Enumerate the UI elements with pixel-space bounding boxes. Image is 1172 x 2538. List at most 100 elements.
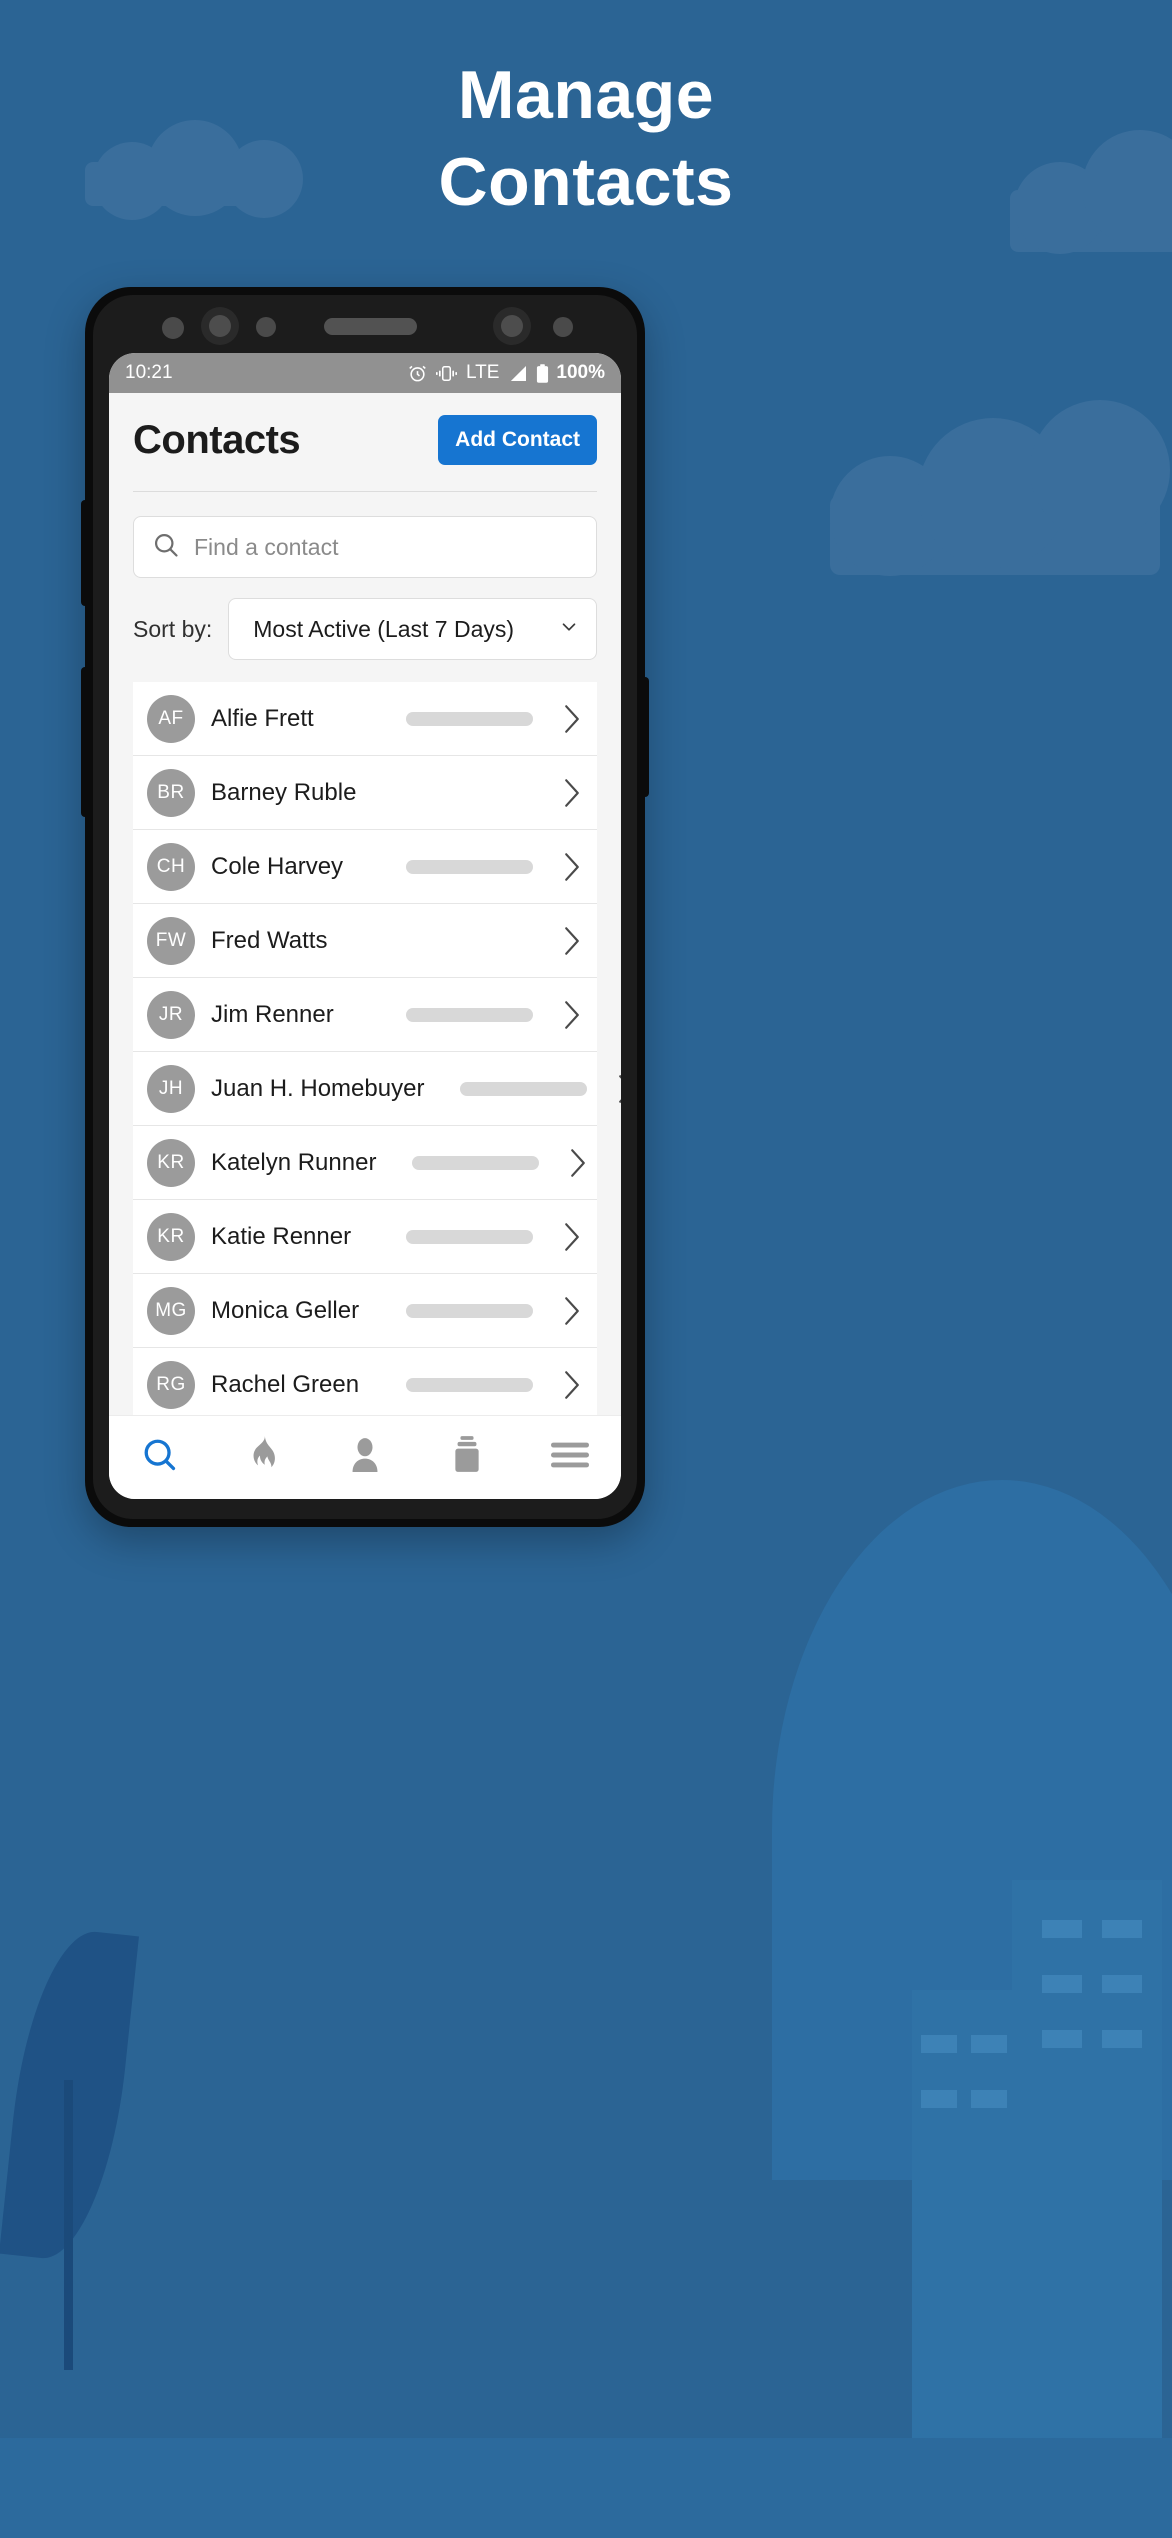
chevron-right-icon[interactable] bbox=[561, 1000, 583, 1030]
promo-headline: Manage Contacts bbox=[0, 52, 1172, 226]
contact-name: Jim Renner bbox=[211, 1000, 334, 1028]
search-input[interactable]: Find a contact bbox=[133, 516, 597, 578]
contact-row[interactable]: KR Katelyn Runner bbox=[133, 1126, 597, 1200]
sort-section: Sort by: Most Active (Last 7 Days) bbox=[109, 578, 621, 682]
contact-row[interactable]: BR Barney Ruble bbox=[133, 756, 597, 830]
phone-screen: 10:21 LTE 100% Contacts Add Contact Find… bbox=[109, 353, 621, 1499]
activity-bar bbox=[406, 1007, 533, 1022]
bottom-navigation bbox=[109, 1415, 621, 1499]
nav-item-briefcase[interactable] bbox=[416, 1416, 518, 1499]
avatar: JH bbox=[147, 1064, 195, 1113]
phone-mockup: 10:21 LTE 100% Contacts Add Contact Find… bbox=[81, 287, 649, 1527]
contact-name: Juan H. Homebuyer bbox=[211, 1074, 425, 1102]
app-header: Contacts Add Contact bbox=[109, 393, 621, 492]
chevron-right-icon[interactable] bbox=[561, 778, 583, 808]
nav-item-menu[interactable] bbox=[519, 1416, 621, 1499]
headline-line-2: Contacts bbox=[438, 144, 734, 221]
phone-side-button-right[interactable] bbox=[642, 677, 649, 797]
building-decoration-1 bbox=[1012, 1880, 1162, 2440]
page-title: Contacts bbox=[133, 417, 301, 462]
contact-row[interactable]: RG Rachel Green bbox=[133, 1348, 597, 1415]
status-time: 10:21 bbox=[125, 362, 173, 383]
sensor-dot-icon bbox=[256, 317, 276, 337]
building-window bbox=[921, 2090, 957, 2108]
phone-frame-inner: 10:21 LTE 100% Contacts Add Contact Find… bbox=[93, 295, 637, 1519]
contact-row[interactable]: JR Jim Renner bbox=[133, 978, 597, 1052]
chevron-right-icon[interactable] bbox=[561, 926, 583, 956]
building-window bbox=[921, 2035, 957, 2053]
network-type-label: LTE bbox=[465, 362, 500, 383]
contact-row[interactable]: FW Fred Watts bbox=[133, 904, 597, 978]
search-placeholder: Find a contact bbox=[194, 533, 339, 560]
avatar: RG bbox=[147, 1360, 195, 1409]
nav-item-search[interactable] bbox=[109, 1416, 211, 1499]
chevron-right-icon[interactable] bbox=[561, 1222, 583, 1252]
chevron-right-icon[interactable] bbox=[561, 852, 583, 882]
contact-row[interactable]: KR Katie Renner bbox=[133, 1200, 597, 1274]
building-window bbox=[1042, 1920, 1082, 1938]
contact-name: Cole Harvey bbox=[211, 852, 344, 880]
status-icons: LTE 100% bbox=[408, 362, 605, 384]
phone-side-button-power[interactable] bbox=[81, 667, 88, 817]
menu-icon bbox=[550, 1440, 589, 1475]
building-window bbox=[1102, 2030, 1142, 2048]
contact-name: Alfie Frett bbox=[211, 704, 314, 732]
search-icon bbox=[141, 1436, 179, 1479]
building-window bbox=[971, 2090, 1007, 2108]
avatar: FW bbox=[147, 916, 195, 965]
chevron-right-icon[interactable] bbox=[561, 1370, 583, 1400]
front-camera-icon bbox=[493, 307, 531, 345]
person-icon bbox=[348, 1436, 382, 1479]
battery-percent: 100% bbox=[556, 362, 605, 383]
contact-name: Fred Watts bbox=[211, 926, 328, 954]
headline-line-1: Manage bbox=[457, 57, 715, 133]
battery-icon bbox=[536, 363, 549, 383]
sort-selected-value: Most Active (Last 7 Days) bbox=[253, 615, 515, 642]
activity-bar bbox=[412, 1155, 540, 1170]
briefcase-icon bbox=[451, 1436, 483, 1479]
nav-item-hot[interactable] bbox=[211, 1416, 313, 1499]
contact-row[interactable]: JH Juan H. Homebuyer bbox=[133, 1052, 621, 1126]
sort-select[interactable]: Most Active (Last 7 Days) bbox=[228, 598, 597, 660]
search-icon bbox=[152, 531, 180, 564]
contact-row[interactable]: CH Cole Harvey bbox=[133, 830, 597, 904]
avatar: AF bbox=[147, 694, 195, 743]
sensor-dot-icon bbox=[553, 317, 573, 337]
contact-row[interactable]: AF Alfie Frett bbox=[133, 682, 597, 756]
front-camera-icon bbox=[201, 307, 239, 345]
alarm-icon bbox=[408, 364, 427, 383]
vibrate-icon bbox=[435, 365, 457, 382]
sensor-dot-icon bbox=[162, 317, 184, 339]
sort-label: Sort by: bbox=[133, 615, 213, 642]
avatar: MG bbox=[147, 1286, 195, 1335]
add-contact-button[interactable]: Add Contact bbox=[438, 415, 597, 465]
chevron-right-icon[interactable] bbox=[561, 1296, 583, 1326]
phone-side-button-volume[interactable] bbox=[81, 500, 88, 606]
contact-name: Monica Geller bbox=[211, 1296, 360, 1324]
avatar: CH bbox=[147, 842, 195, 891]
chevron-right-icon[interactable] bbox=[561, 704, 583, 734]
avatar: BR bbox=[147, 768, 195, 817]
chevron-right-icon[interactable] bbox=[615, 1074, 621, 1104]
contact-name: Katie Renner bbox=[211, 1222, 352, 1250]
building-window bbox=[1042, 2030, 1082, 2048]
building-decoration-2 bbox=[912, 1990, 1022, 2440]
chevron-down-icon bbox=[558, 616, 580, 643]
contact-list[interactable]: AF Alfie Frett BR Barney Ruble CH Cole Harvey… bbox=[109, 682, 621, 1415]
search-section: Find a contact bbox=[109, 492, 621, 578]
cloud-decoration-3 bbox=[830, 400, 1170, 576]
contact-row[interactable]: MG Monica Geller bbox=[133, 1274, 597, 1348]
contact-name: Rachel Green bbox=[211, 1370, 360, 1398]
chevron-right-icon[interactable] bbox=[567, 1148, 589, 1178]
activity-bar bbox=[406, 1377, 533, 1392]
building-window bbox=[971, 2035, 1007, 2053]
avatar: JR bbox=[147, 990, 195, 1039]
avatar: KR bbox=[147, 1212, 195, 1261]
avatar: KR bbox=[147, 1138, 195, 1187]
contact-name: Katelyn Runner bbox=[211, 1148, 377, 1176]
earpiece-speaker bbox=[324, 318, 417, 335]
signal-icon bbox=[508, 365, 527, 382]
nav-item-profile[interactable] bbox=[314, 1416, 416, 1499]
activity-bar bbox=[406, 859, 533, 874]
building-window bbox=[1102, 1975, 1142, 1993]
